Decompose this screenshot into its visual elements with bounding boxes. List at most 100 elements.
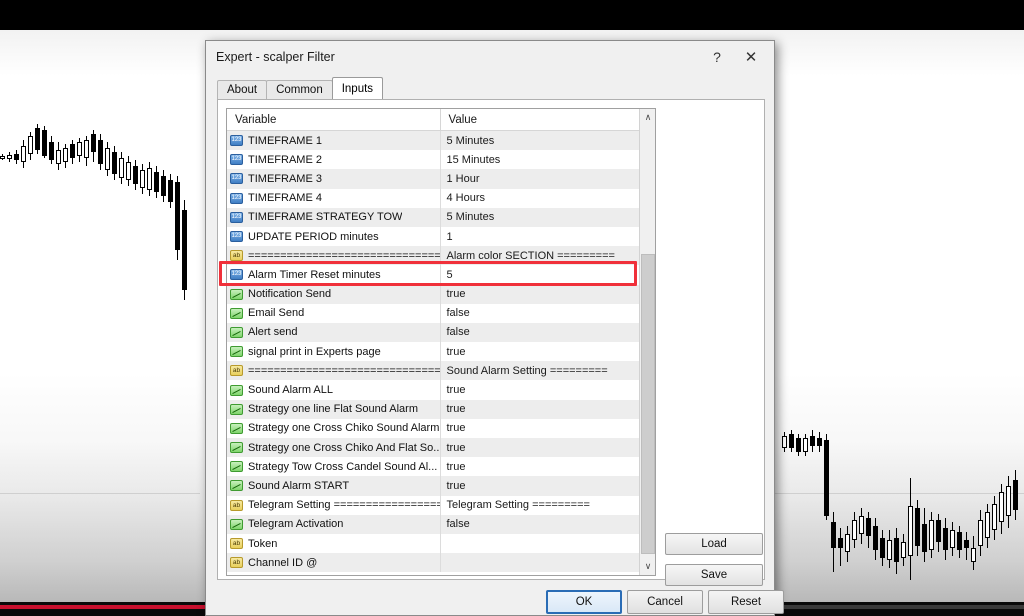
cell-variable: Telegram Setting ================= xyxy=(227,495,441,515)
tab-common[interactable]: Common xyxy=(266,80,333,99)
cell-value[interactable]: 5 Minutes xyxy=(441,131,656,150)
listview-header: Variable Value xyxy=(227,109,655,131)
candlestick xyxy=(922,508,927,562)
table-row[interactable]: Email Send false xyxy=(227,303,656,323)
table-row[interactable]: TIMEFRAME 2 15 Minutes xyxy=(227,150,656,170)
cell-value[interactable]: 1 Hour xyxy=(441,169,656,188)
variable-label: TIMEFRAME STRATEGY TOW xyxy=(248,211,403,224)
candlestick xyxy=(880,530,885,566)
cell-value[interactable]: 1 xyxy=(441,227,656,246)
candlestick xyxy=(985,504,990,548)
variable-label: TIMEFRAME 4 xyxy=(248,192,322,205)
close-icon[interactable]: ✕ xyxy=(734,44,768,70)
cell-value[interactable]: true xyxy=(441,457,656,476)
tab-about[interactable]: About xyxy=(217,80,268,99)
table-row[interactable]: =================================Sound A… xyxy=(227,361,656,381)
variable-label: Strategy one Cross Chiko Sound Alarm xyxy=(248,422,440,435)
variable-label: Email Send xyxy=(248,307,305,320)
cell-value[interactable]: true xyxy=(441,419,656,438)
table-row[interactable]: TIMEFRAME 3 1 Hour xyxy=(227,169,656,189)
cell-value[interactable]: Alarm color SECTION ========= xyxy=(441,246,656,265)
cancel-button[interactable]: Cancel xyxy=(627,590,703,614)
tab-label: About xyxy=(227,84,258,96)
load-button[interactable]: Load xyxy=(665,533,763,555)
table-row[interactable]: Strategy one line Flat Sound Alarm true xyxy=(227,399,656,419)
cell-value[interactable]: true xyxy=(441,438,656,457)
column-header-value[interactable]: Value xyxy=(441,109,656,130)
cell-value[interactable]: true xyxy=(441,342,656,361)
screen-root: Expert - scalper Filter ? ✕ About Common I… xyxy=(0,0,1024,616)
scroll-down-icon[interactable]: ∨ xyxy=(640,558,655,575)
candlestick xyxy=(978,510,983,556)
cell-value[interactable] xyxy=(441,534,656,553)
column-header-variable[interactable]: Variable xyxy=(227,109,441,130)
candlestick xyxy=(70,140,75,164)
table-row[interactable]: Alarm Timer Reset minutes 5 xyxy=(227,265,656,285)
table-row[interactable]: Telegram Activation false xyxy=(227,514,656,534)
candlestick xyxy=(63,144,68,168)
table-row[interactable]: Channel ID @ xyxy=(227,553,656,573)
table-row[interactable]: Strategy one Cross Chiko Sound Alarm true xyxy=(227,418,656,438)
cell-value[interactable]: Telegram Setting ========= xyxy=(441,496,656,515)
table-row[interactable]: =================================Alarm c… xyxy=(227,246,656,266)
cell-variable: Alert send xyxy=(227,322,441,343)
cell-value[interactable]: false xyxy=(441,515,656,534)
candlestick xyxy=(992,496,997,540)
cell-value[interactable]: 4 Hours xyxy=(441,189,656,208)
cell-value[interactable]: 15 Minutes xyxy=(441,150,656,169)
cell-variable: Strategy one Cross Chiko And Flat So... xyxy=(227,438,441,458)
reset-button[interactable]: Reset xyxy=(708,590,784,614)
cell-value[interactable]: 5 Minutes xyxy=(441,208,656,227)
table-row[interactable]: TIMEFRAME STRATEGY TOW 5 Minutes xyxy=(227,207,656,227)
variable-label: Telegram Setting ================= xyxy=(248,499,440,512)
tab-strip: About Common Inputs xyxy=(217,77,774,99)
candlestick xyxy=(866,512,871,548)
candlestick xyxy=(77,138,82,162)
candlestick xyxy=(1013,470,1018,520)
candle-body xyxy=(873,526,878,550)
cell-value[interactable]: Sound Alarm Setting ========= xyxy=(441,361,656,380)
table-row[interactable]: Sound Alarm START true xyxy=(227,476,656,496)
cell-value[interactable] xyxy=(441,553,656,572)
string-icon xyxy=(230,365,243,377)
candlestick xyxy=(154,166,159,198)
listview-scrollbar[interactable]: ∧ ∨ xyxy=(639,109,655,575)
cell-value[interactable]: true xyxy=(441,476,656,495)
cell-variable: Channel ID @ xyxy=(227,553,441,573)
dialog-titlebar[interactable]: Expert - scalper Filter ? ✕ xyxy=(206,41,774,73)
cell-value[interactable]: false xyxy=(441,304,656,323)
scroll-up-icon[interactable]: ∧ xyxy=(640,109,655,126)
table-row[interactable]: Telegram Setting =================Telegr… xyxy=(227,495,656,515)
candlestick xyxy=(810,430,815,452)
help-icon[interactable]: ? xyxy=(700,44,734,70)
number-icon xyxy=(230,173,243,185)
table-row[interactable]: TIMEFRAME 1 5 Minutes xyxy=(227,131,656,151)
cell-value[interactable]: true xyxy=(441,400,656,419)
cell-variable: Email Send xyxy=(227,303,441,323)
cell-value[interactable]: 5 xyxy=(441,265,656,284)
table-row[interactable]: signal print in Experts page true xyxy=(227,342,656,362)
table-row[interactable]: Strategy Tow Cross Candel Sound Al... tru… xyxy=(227,457,656,477)
table-row[interactable]: Alert send false xyxy=(227,322,656,343)
candlestick xyxy=(175,176,180,260)
ok-button[interactable]: OK xyxy=(546,590,622,614)
candle-body xyxy=(880,538,885,558)
tab-inputs[interactable]: Inputs xyxy=(331,77,384,99)
table-row[interactable]: Notification Send true xyxy=(227,284,656,304)
scrollbar-thumb[interactable] xyxy=(641,254,655,554)
string-icon xyxy=(230,538,243,550)
candlestick xyxy=(887,530,892,568)
candle-body xyxy=(56,150,61,164)
table-row[interactable]: Sound Alarm ALL true xyxy=(227,380,656,400)
variable-label: Sound Alarm START xyxy=(248,479,350,492)
cell-value[interactable]: true xyxy=(441,285,656,304)
variable-label: TIMEFRAME 2 xyxy=(248,153,322,166)
table-row[interactable]: TIMEFRAME 4 4 Hours xyxy=(227,188,656,208)
cell-value[interactable]: false xyxy=(441,323,656,342)
table-row[interactable]: UPDATE PERIOD minutes 1 xyxy=(227,226,656,247)
candle-body xyxy=(831,522,836,548)
table-row[interactable]: Strategy one Cross Chiko And Flat So... t… xyxy=(227,438,656,458)
cell-value[interactable]: true xyxy=(441,380,656,399)
candlestick xyxy=(950,522,955,556)
table-row[interactable]: Token xyxy=(227,533,656,554)
